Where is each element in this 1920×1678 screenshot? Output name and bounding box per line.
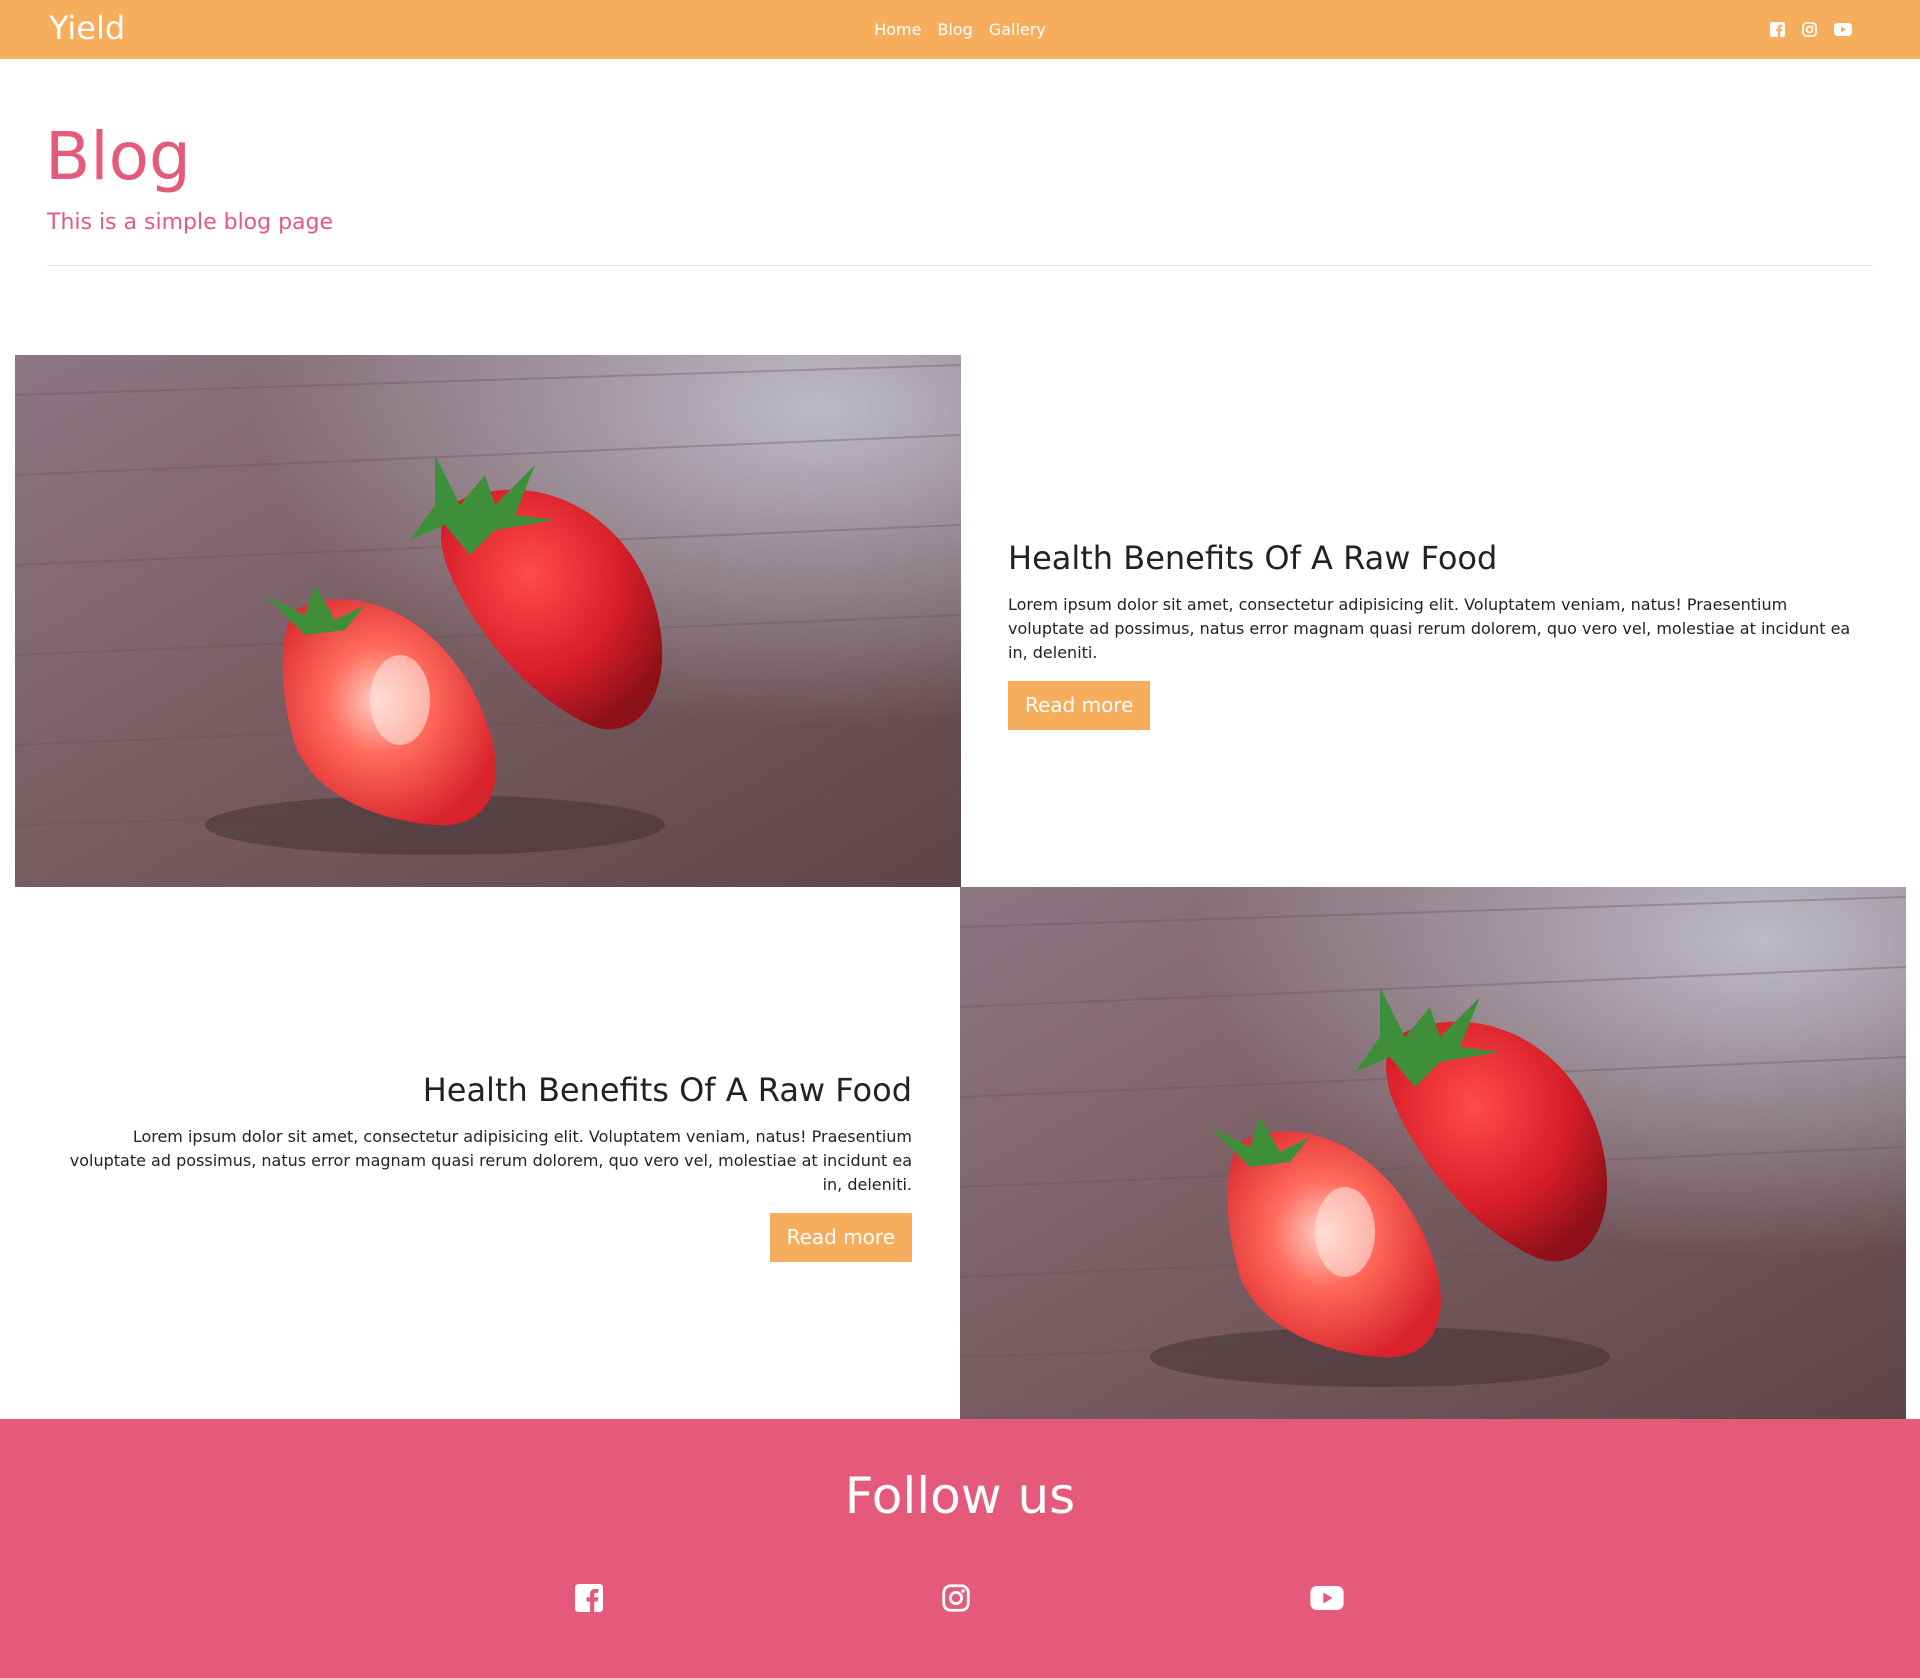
nav-link-gallery[interactable]: Gallery <box>989 20 1046 39</box>
navbar: Yield Home Blog Gallery <box>0 0 1920 59</box>
youtube-icon[interactable] <box>1834 23 1852 36</box>
youtube-icon[interactable] <box>1310 1586 1344 1614</box>
instagram-icon[interactable] <box>942 1584 970 1616</box>
facebook-icon[interactable] <box>575 1584 603 1616</box>
post-title: Health Benefits Of A Raw Food <box>422 1071 912 1109</box>
header-divider <box>47 265 1873 266</box>
post-image <box>960 887 1906 1419</box>
post-content: Health Benefits Of A Raw Food Lorem ipsu… <box>52 1071 912 1263</box>
read-more-button[interactable]: Read more <box>769 1213 912 1263</box>
footer-title: Follow us <box>844 1467 1076 1525</box>
page-subtitle: This is a simple blog page <box>47 210 334 235</box>
post-image <box>15 355 961 887</box>
nav-links: Home Blog Gallery <box>0 0 1920 59</box>
nav-link-blog[interactable]: Blog <box>937 20 972 39</box>
post-content: Health Benefits Of A Raw Food Lorem ipsu… <box>1008 539 1868 731</box>
read-more-button[interactable]: Read more <box>1008 681 1151 731</box>
post-title: Health Benefits Of A Raw Food <box>1008 539 1498 577</box>
footer: Follow us <box>0 1419 1920 1678</box>
facebook-icon[interactable] <box>1770 22 1785 37</box>
nav-social-links <box>1770 0 1852 59</box>
post-excerpt: Lorem ipsum dolor sit amet, consectetur … <box>1008 595 1851 663</box>
page-title: Blog <box>45 118 191 195</box>
nav-link-home[interactable]: Home <box>874 20 921 39</box>
post-excerpt: Lorem ipsum dolor sit amet, consectetur … <box>69 1127 912 1195</box>
instagram-icon[interactable] <box>1802 22 1817 37</box>
